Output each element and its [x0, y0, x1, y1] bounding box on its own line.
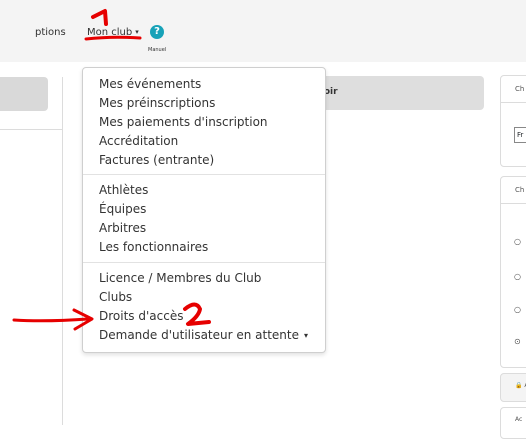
svg-text:1: 1 [0, 0, 1, 1]
annotation-arrow [12, 308, 94, 331]
red-annotations: 1 2 [0, 0, 211, 331]
annotation-number-1: 1 [0, 0, 108, 26]
svg-text:2: 2 [0, 0, 1, 1]
annotation-number-2: 2 [0, 0, 211, 326]
annotation-underline [84, 35, 142, 41]
